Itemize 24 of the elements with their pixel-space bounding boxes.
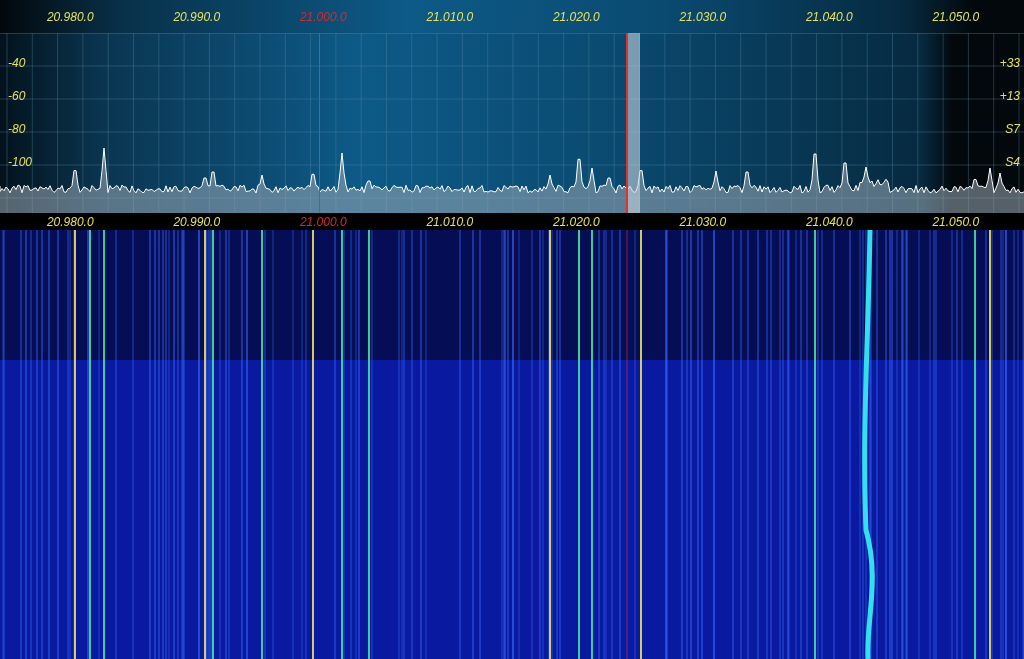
s-meter-scale-label: +13: [999, 89, 1020, 104]
db-scale-label: -60: [8, 89, 27, 104]
frequency-label: 21.030.0: [678, 214, 728, 229]
frequency-label: 21.020.0: [551, 9, 601, 24]
frequency-label: 20.990.0: [172, 9, 222, 24]
s-meter-scale-label: S7: [1005, 122, 1020, 137]
frequency-label: 20.980.0: [45, 214, 95, 229]
frequency-label: 21.010.0: [425, 214, 475, 229]
frequency-label: 20.980.0: [45, 9, 95, 24]
frequency-label: 21.000.0: [298, 214, 348, 229]
frequency-label: 21.050.0: [931, 214, 981, 229]
frequency-label: 21.040.0: [804, 9, 854, 24]
frequency-label: 21.000.0: [298, 9, 348, 24]
frequency-label: 20.990.0: [172, 214, 222, 229]
db-scale-label: -80: [8, 122, 27, 137]
frequency-label: 21.040.0: [804, 214, 854, 229]
s-meter-scale-label: +33: [999, 56, 1020, 71]
frequency-label: 21.030.0: [678, 9, 728, 24]
db-scale-label: -40: [8, 56, 27, 71]
frequency-label: 21.050.0: [931, 9, 981, 24]
frequency-label: 21.010.0: [425, 9, 475, 24]
s-meter-scale-label: S4: [1005, 155, 1020, 170]
db-scale-label: -100: [8, 155, 33, 170]
frequency-label: 21.020.0: [551, 214, 601, 229]
